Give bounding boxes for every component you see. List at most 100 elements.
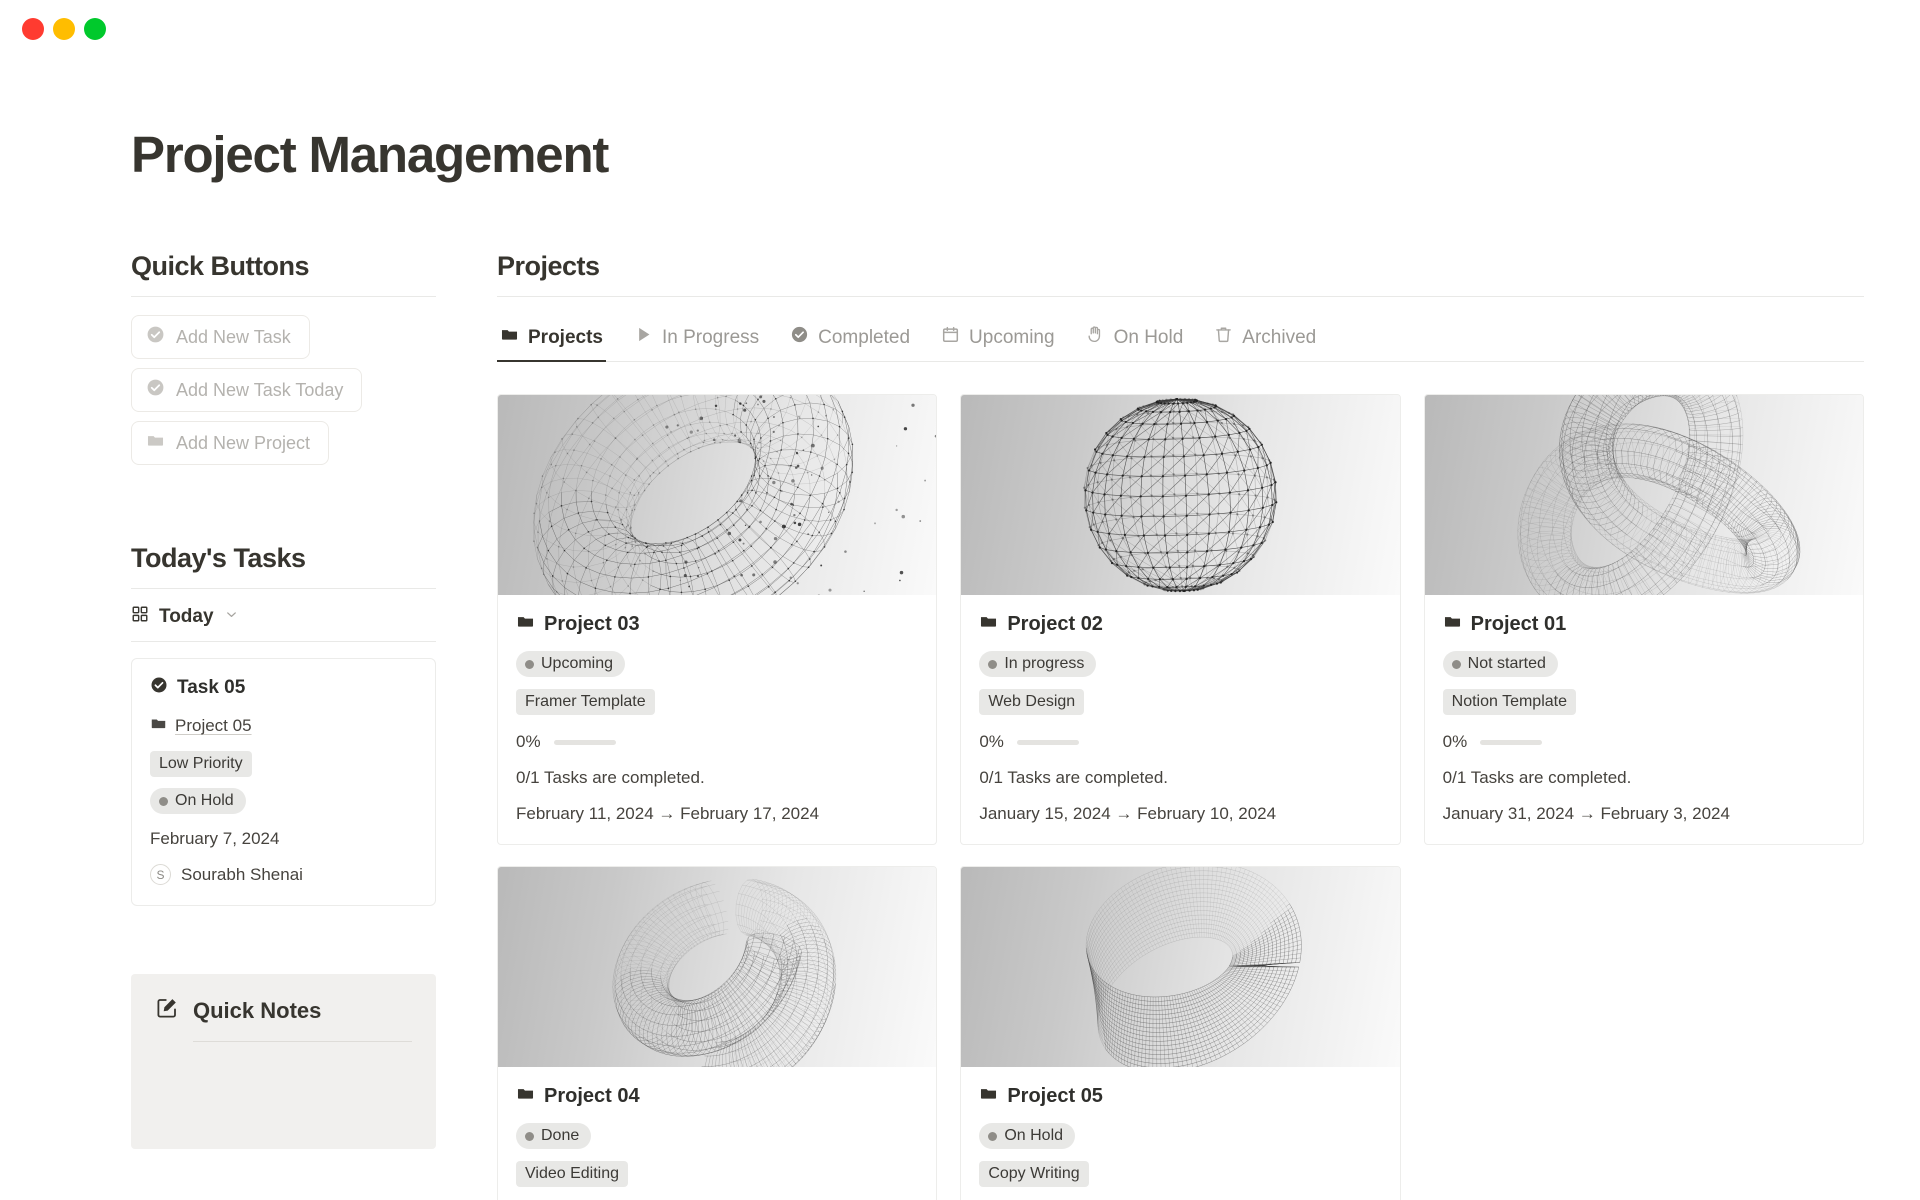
folder-icon xyxy=(1443,612,1462,636)
window-controls xyxy=(22,18,106,40)
sidebar: Quick Buttons Add New Task Add New Task … xyxy=(131,251,436,1200)
projects-grid: Project 03UpcomingFramer Template0%0/1 T… xyxy=(497,394,1864,1200)
task-assignee: S Sourabh Shenai xyxy=(150,864,417,885)
project-card[interactable]: Project 03UpcomingFramer Template0%0/1 T… xyxy=(497,394,937,845)
project-card[interactable]: Project 04DoneVideo Editing0%0/1 Tasks a… xyxy=(497,866,937,1200)
project-status-row: In progress xyxy=(979,651,1381,677)
folder-icon xyxy=(150,715,167,737)
project-tasks-summary: 0/1 Tasks are completed. xyxy=(1443,768,1845,788)
project-thumbnail xyxy=(961,867,1399,1067)
project-category-row: Copy Writing xyxy=(979,1161,1381,1187)
project-tasks-summary: 0/1 Tasks are completed. xyxy=(516,768,918,788)
quick-buttons-list: Add New Task Add New Task Today Add New … xyxy=(131,315,436,465)
tab-label: On Hold xyxy=(1114,327,1184,349)
project-thumbnail xyxy=(1425,395,1863,595)
tab-in-progress[interactable]: In Progress xyxy=(620,319,776,362)
task-project-link[interactable]: Project 05 xyxy=(175,716,252,736)
status-label: Upcoming xyxy=(541,655,613,673)
tab-completed[interactable]: Completed xyxy=(776,319,927,362)
chevron-down-icon[interactable] xyxy=(224,607,239,627)
folder-icon xyxy=(516,1084,535,1108)
task-card[interactable]: Task 05 Project 05 Low Priority xyxy=(131,658,436,906)
add-new-task-button[interactable]: Add New Task xyxy=(131,315,310,359)
project-card[interactable]: Project 02In progressWeb Design0%0/1 Tas… xyxy=(960,394,1400,845)
project-title: Project 02 xyxy=(1007,613,1103,636)
status-dot-icon xyxy=(525,660,534,669)
calendar-icon xyxy=(941,325,960,350)
quick-button-label: Add New Task Today xyxy=(176,380,343,401)
grid-icon xyxy=(131,605,149,628)
tab-label: Completed xyxy=(818,327,910,349)
project-card[interactable]: Project 01Not startedNotion Template0%0/… xyxy=(1424,394,1864,845)
quick-notes-panel[interactable]: Quick Notes xyxy=(131,974,436,1149)
category-badge: Video Editing xyxy=(516,1161,628,1187)
task-title-row: Task 05 xyxy=(150,676,417,699)
view-label: Today xyxy=(159,606,214,628)
project-thumbnail xyxy=(961,395,1399,595)
status-label: Done xyxy=(541,1127,579,1145)
check-circle-icon xyxy=(146,325,165,349)
project-status-row: Not started xyxy=(1443,651,1845,677)
quick-button-label: Add New Project xyxy=(176,433,310,454)
status-badge: On Hold xyxy=(979,1123,1075,1149)
tab-label: Archived xyxy=(1242,327,1316,349)
projects-heading: Projects xyxy=(497,251,1864,296)
add-new-project-button[interactable]: Add New Project xyxy=(131,421,329,465)
category-badge: Framer Template xyxy=(516,689,655,715)
task-project-row[interactable]: Project 05 xyxy=(150,715,417,737)
project-card[interactable]: Project 05On HoldCopy Writing0%0/1 Tasks… xyxy=(960,866,1400,1200)
priority-badge: Low Priority xyxy=(150,751,252,777)
quick-buttons-section: Quick Buttons Add New Task Add New Task … xyxy=(131,251,436,465)
content-columns: Quick Buttons Add New Task Add New Task … xyxy=(0,251,1920,1200)
progress-percent: 0% xyxy=(1443,732,1468,752)
tab-projects[interactable]: Projects xyxy=(497,319,620,362)
status-badge: Done xyxy=(516,1123,591,1149)
project-thumbnail xyxy=(498,867,936,1067)
folder-icon xyxy=(500,325,519,350)
project-status-row: On Hold xyxy=(979,1123,1381,1149)
project-progress: 0% xyxy=(979,732,1381,752)
progress-bar xyxy=(1480,740,1542,745)
hand-icon xyxy=(1086,325,1105,350)
task-priority-row: Low Priority xyxy=(150,751,417,777)
project-card-body: Project 04DoneVideo Editing0%0/1 Tasks a… xyxy=(498,1067,936,1200)
progress-percent: 0% xyxy=(979,732,1004,752)
project-dates: January 31, 2024 → February 3, 2024 xyxy=(1443,804,1845,824)
tab-on-hold[interactable]: On Hold xyxy=(1072,319,1201,362)
divider xyxy=(193,1041,412,1042)
folder-icon xyxy=(516,612,535,636)
project-category-row: Video Editing xyxy=(516,1161,918,1187)
play-icon xyxy=(634,325,653,350)
task-title: Task 05 xyxy=(177,677,245,699)
maximize-button[interactable] xyxy=(84,18,106,40)
status-dot-icon xyxy=(988,660,997,669)
tab-upcoming[interactable]: Upcoming xyxy=(927,319,1072,362)
status-label: In progress xyxy=(1004,655,1084,673)
status-dot-icon xyxy=(159,797,168,806)
status-badge: In progress xyxy=(979,651,1096,677)
view-selector[interactable]: Today xyxy=(131,589,436,641)
project-progress: 0% xyxy=(1443,732,1845,752)
category-badge: Web Design xyxy=(979,689,1084,715)
quick-notes-header: Quick Notes xyxy=(155,996,412,1025)
project-category-row: Web Design xyxy=(979,689,1381,715)
project-category-row: Framer Template xyxy=(516,689,918,715)
status-label: On Hold xyxy=(1004,1127,1063,1145)
check-circle-icon[interactable] xyxy=(150,676,168,699)
minimize-button[interactable] xyxy=(53,18,75,40)
window-titlebar xyxy=(0,0,1920,58)
project-thumbnail xyxy=(498,395,936,595)
todays-tasks-section: Today's Tasks Today xyxy=(131,543,436,906)
status-dot-icon xyxy=(525,1132,534,1141)
progress-bar xyxy=(554,740,616,745)
status-badge: Upcoming xyxy=(516,651,625,677)
page-title: Project Management xyxy=(131,127,1920,183)
project-status-row: Upcoming xyxy=(516,651,918,677)
tab-archived[interactable]: Archived xyxy=(1200,319,1333,362)
todays-tasks-heading: Today's Tasks xyxy=(131,543,436,588)
add-new-task-today-button[interactable]: Add New Task Today xyxy=(131,368,362,412)
close-button[interactable] xyxy=(22,18,44,40)
quick-buttons-heading: Quick Buttons xyxy=(131,251,436,296)
project-title: Project 05 xyxy=(1007,1085,1103,1108)
edit-square-icon xyxy=(155,996,179,1025)
